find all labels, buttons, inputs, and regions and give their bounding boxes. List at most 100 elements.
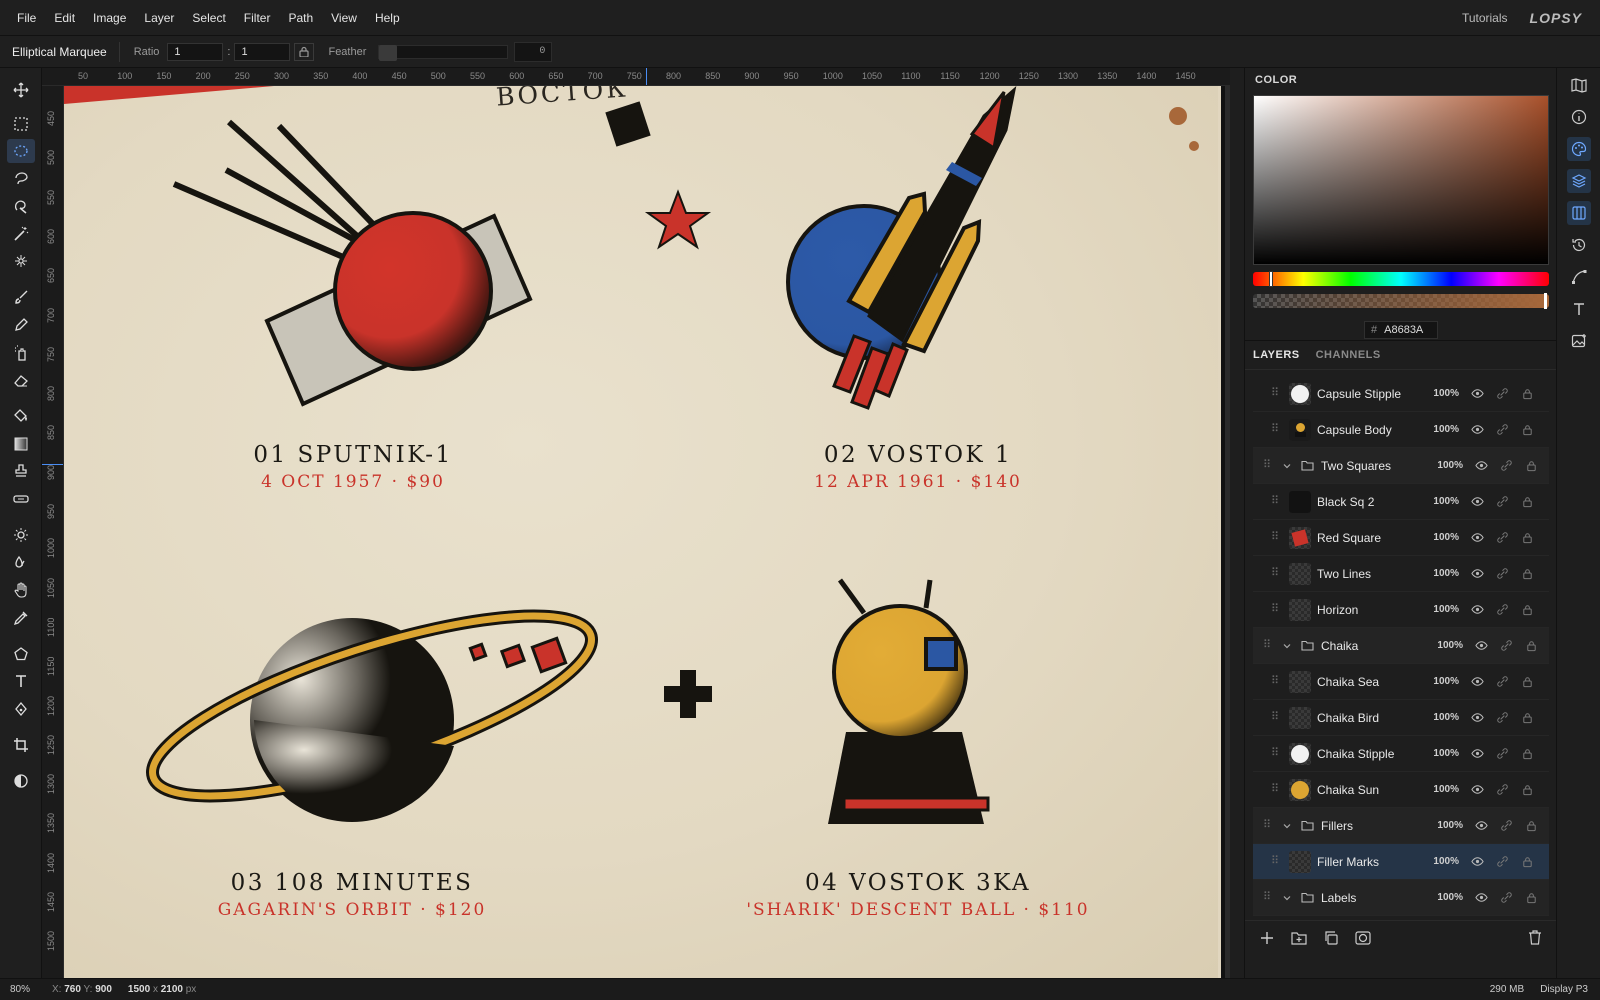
visibility-eye-icon[interactable]	[1465, 747, 1489, 760]
layer-name[interactable]: Chaika Bird	[1317, 711, 1429, 725]
visibility-eye-icon[interactable]	[1465, 567, 1489, 580]
lock-icon[interactable]	[1515, 747, 1539, 760]
alpha-slider[interactable]	[1253, 293, 1549, 309]
drag-handle-icon[interactable]: ⠿	[1271, 388, 1281, 399]
ellipse-marquee-tool[interactable]	[7, 139, 35, 163]
layer-opacity[interactable]: 100%	[1429, 388, 1459, 399]
lock-icon[interactable]	[1515, 711, 1539, 724]
drag-handle-icon[interactable]: ⠿	[1271, 784, 1281, 795]
layer-group-row[interactable]: ⠿ Labels 100%	[1253, 880, 1549, 916]
layer-name[interactable]: Chaika	[1321, 639, 1433, 653]
layer-row[interactable]: ⠿ Chaika Bird 100%	[1253, 700, 1549, 736]
menu-filter[interactable]: Filter	[235, 0, 280, 36]
layers-list[interactable]: ⠿ Capsule Stipple 100% ⠿ Capsule Body 100% ⠿ Tw…	[1253, 376, 1549, 916]
hand-tool[interactable]	[7, 578, 35, 602]
ratio-height-input[interactable]	[234, 42, 291, 61]
drag-handle-icon[interactable]: ⠿	[1271, 532, 1281, 543]
lock-icon[interactable]	[1515, 603, 1539, 616]
link-icon[interactable]	[1490, 387, 1514, 400]
menu-help[interactable]: Help	[366, 0, 409, 36]
paths-panel-button[interactable]	[1567, 265, 1591, 289]
link-icon[interactable]	[1494, 459, 1518, 472]
new-group-button[interactable]	[1291, 930, 1307, 946]
layer-name[interactable]: Capsule Body	[1317, 423, 1429, 437]
dodge-tool[interactable]	[7, 523, 35, 547]
link-icon[interactable]	[1494, 639, 1518, 652]
drag-handle-icon[interactable]: ⠿	[1271, 424, 1281, 435]
layer-opacity[interactable]: 100%	[1433, 820, 1463, 831]
channels-panel-button[interactable]	[1567, 201, 1591, 225]
layer-opacity[interactable]: 100%	[1429, 424, 1459, 435]
menu-file[interactable]: File	[8, 0, 45, 36]
image-panel-button[interactable]	[1567, 329, 1591, 353]
link-icon[interactable]	[1490, 855, 1514, 868]
lasso-tool[interactable]	[7, 166, 35, 190]
tab-layers[interactable]: LAYERS	[1245, 340, 1308, 370]
feather-slider-knob[interactable]	[379, 44, 398, 61]
drag-handle-icon[interactable]: ⠿	[1271, 856, 1281, 867]
chevron-down-icon[interactable]	[1279, 821, 1295, 831]
layer-row[interactable]: ⠿ Horizon 100%	[1253, 592, 1549, 628]
mask-button[interactable]	[1355, 930, 1371, 946]
visibility-eye-icon[interactable]	[1469, 891, 1493, 904]
lock-icon[interactable]	[1519, 639, 1543, 652]
visibility-eye-icon[interactable]	[1465, 783, 1489, 796]
lock-icon[interactable]	[1515, 387, 1539, 400]
navigator-panel-button[interactable]	[1567, 73, 1591, 97]
layer-group-row[interactable]: ⠿ Two Squares 100%	[1253, 448, 1549, 484]
drag-handle-icon[interactable]: ⠿	[1263, 640, 1273, 651]
lock-icon[interactable]	[1515, 531, 1539, 544]
link-icon[interactable]	[1490, 675, 1514, 688]
stamp-tool[interactable]	[7, 459, 35, 483]
link-icon[interactable]	[1494, 891, 1518, 904]
lock-icon[interactable]	[1515, 783, 1539, 796]
eraser-tool[interactable]	[7, 368, 35, 392]
drag-handle-icon[interactable]: ⠿	[1271, 496, 1281, 507]
delete-layer-button[interactable]	[1527, 930, 1543, 946]
menu-edit[interactable]: Edit	[45, 0, 84, 36]
menu-image[interactable]: Image	[84, 0, 135, 36]
lock-icon[interactable]	[1519, 819, 1543, 832]
chevron-down-icon[interactable]	[1279, 461, 1295, 471]
pen-tool[interactable]	[7, 697, 35, 721]
visibility-eye-icon[interactable]	[1465, 495, 1489, 508]
layer-opacity[interactable]: 100%	[1429, 604, 1459, 615]
layer-name[interactable]: Labels	[1321, 891, 1433, 905]
layer-row[interactable]: ⠿ Two Lines 100%	[1253, 556, 1549, 592]
layer-row[interactable]: ⠿ Filler Marks 100%	[1253, 844, 1549, 880]
drag-handle-icon[interactable]: ⠿	[1271, 676, 1281, 687]
blur-tool[interactable]	[7, 550, 35, 574]
layer-row[interactable]: ⠿ Capsule Stipple 100%	[1253, 376, 1549, 412]
drag-handle-icon[interactable]: ⠿	[1271, 712, 1281, 723]
gradient-tool[interactable]	[7, 432, 35, 456]
history-panel-button[interactable]	[1567, 233, 1591, 257]
layer-group-row[interactable]: ⠿ Fillers 100%	[1253, 808, 1549, 844]
lock-icon[interactable]	[1515, 855, 1539, 868]
layer-name[interactable]: Filler Marks	[1317, 855, 1429, 869]
tab-channels[interactable]: CHANNELS	[1308, 340, 1389, 370]
lock-icon[interactable]	[1515, 423, 1539, 436]
lock-icon[interactable]	[1515, 567, 1539, 580]
color-profile[interactable]: Display P3	[1540, 984, 1588, 995]
hue-slider-marker[interactable]	[1269, 271, 1273, 287]
layer-name[interactable]: Red Square	[1317, 531, 1429, 545]
layer-opacity[interactable]: 100%	[1429, 532, 1459, 543]
poster-document[interactable]: ВОСТОК 01 SPUTNIK-1 4 OCT 1957 · $90 02 …	[64, 86, 1218, 978]
link-icon[interactable]	[1490, 423, 1514, 436]
quick-select-tool[interactable]	[7, 194, 35, 218]
layer-name[interactable]: Two Lines	[1317, 567, 1429, 581]
menu-view[interactable]: View	[322, 0, 366, 36]
fill-tool[interactable]	[7, 404, 35, 428]
lock-icon[interactable]	[1519, 459, 1543, 472]
visibility-eye-icon[interactable]	[1465, 711, 1489, 724]
lock-icon[interactable]	[1519, 891, 1543, 904]
visibility-eye-icon[interactable]	[1465, 603, 1489, 616]
lock-icon[interactable]	[1515, 675, 1539, 688]
layer-opacity[interactable]: 100%	[1429, 496, 1459, 507]
visibility-eye-icon[interactable]	[1469, 459, 1493, 472]
chevron-down-icon[interactable]	[1279, 641, 1295, 651]
character-panel-button[interactable]	[1567, 297, 1591, 321]
add-layer-button[interactable]	[1259, 930, 1275, 946]
layer-opacity[interactable]: 100%	[1433, 640, 1463, 651]
hue-slider[interactable]	[1253, 271, 1549, 287]
